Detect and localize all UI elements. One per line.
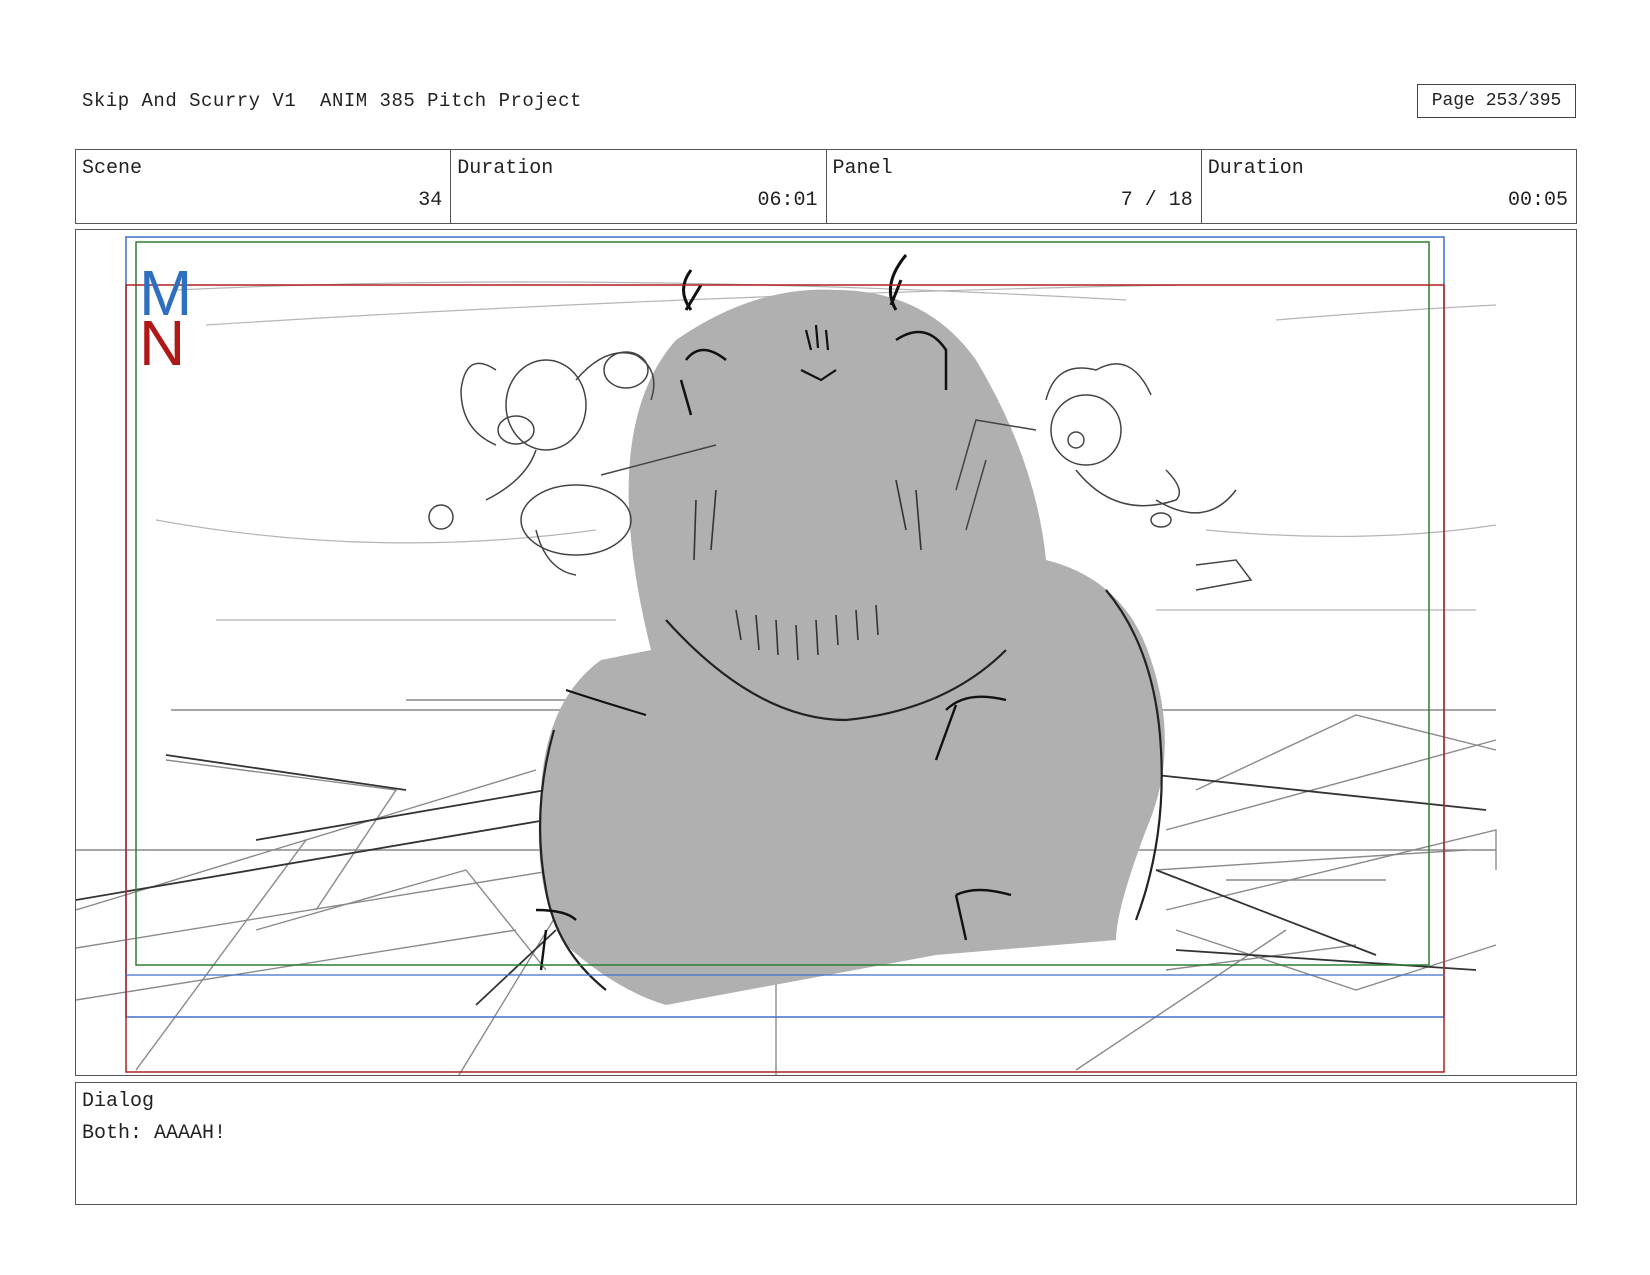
document-title: Skip And Scurry V1 ANIM 385 Pitch Projec…: [82, 90, 582, 112]
panel-cell: Panel 7 / 18: [827, 150, 1202, 223]
page-number: Page 253/395: [1417, 84, 1576, 118]
panel-duration-label: Duration: [1207, 157, 1304, 180]
logo-letter-n: N: [139, 307, 185, 379]
panel-info-row: Scene 34 Duration 06:01 Panel 7 / 18 Dur…: [75, 149, 1577, 224]
dialog-text: Both: AAAAH!: [82, 1122, 227, 1145]
panel-duration-cell: Duration 00:05: [1202, 150, 1576, 223]
panel-duration-value: 00:05: [1507, 189, 1568, 212]
dialog-box: Dialog Both: AAAAH!: [75, 1082, 1577, 1205]
scene-duration-label: Duration: [457, 157, 554, 180]
scene-duration-value: 06:01: [757, 189, 818, 212]
storyboard-frame: M N: [75, 229, 1577, 1076]
panel-label: Panel: [832, 157, 893, 180]
scene-value: 34: [418, 189, 443, 212]
scene-duration-cell: Duration 06:01: [451, 150, 827, 223]
dialog-label: Dialog: [82, 1090, 155, 1113]
scene-cell: Scene 34: [76, 150, 452, 223]
monster-figure: [535, 254, 1165, 1005]
scene-label: Scene: [82, 157, 143, 180]
storyboard-sketch: M N: [76, 236, 1497, 1075]
panel-value: 7 / 18: [1120, 189, 1193, 212]
